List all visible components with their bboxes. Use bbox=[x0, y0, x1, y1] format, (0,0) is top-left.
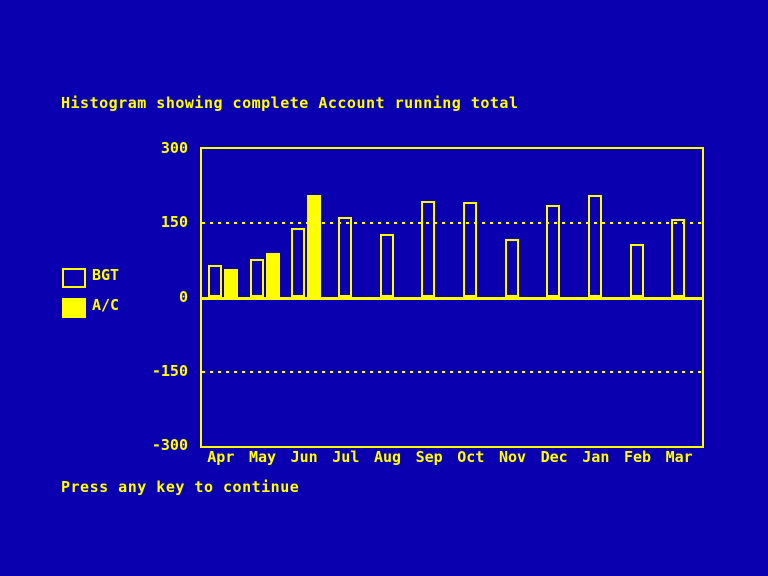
y-axis-tick: -300 bbox=[151, 436, 188, 454]
x-axis-tick: Aug bbox=[373, 448, 402, 466]
legend-swatch-bgt bbox=[62, 268, 86, 288]
gridline bbox=[202, 370, 702, 373]
chart-plot-area bbox=[200, 147, 704, 448]
bar-bgt-Feb bbox=[629, 244, 644, 298]
bar-ac-Apr bbox=[223, 268, 238, 298]
x-axis-tick: Feb bbox=[623, 448, 652, 466]
bar-ac-May bbox=[265, 252, 280, 298]
x-axis-tick: May bbox=[248, 448, 277, 466]
y-axis-tick: -150 bbox=[151, 361, 188, 380]
bar-bgt-Dec bbox=[546, 205, 561, 298]
y-axis-tick: 300 bbox=[160, 139, 188, 157]
bar-bgt-Jun bbox=[291, 228, 306, 298]
bar-bgt-Jul bbox=[337, 216, 352, 298]
x-axis-tick: Jul bbox=[332, 448, 360, 466]
page-title: Histogram showing complete Account runni… bbox=[61, 94, 519, 112]
bar-bgt-Oct bbox=[462, 202, 477, 298]
legend-swatch-ac bbox=[62, 298, 86, 318]
bar-bgt-May bbox=[249, 259, 264, 298]
y-axis-tick: 150 bbox=[160, 213, 188, 232]
x-axis-tick: Jan bbox=[582, 448, 610, 466]
y-axis-tick: 0 bbox=[178, 287, 188, 306]
x-axis-tick: Nov bbox=[498, 448, 527, 466]
x-axis-tick: Sep bbox=[415, 448, 443, 466]
bar-bgt-Apr bbox=[207, 264, 222, 298]
gridline bbox=[202, 222, 702, 225]
x-axis-tick: Apr bbox=[207, 448, 235, 466]
bar-ac-Jun bbox=[307, 194, 322, 298]
x-axis-tick: Mar bbox=[665, 448, 693, 466]
bar-bgt-Jan bbox=[587, 194, 602, 298]
bar-bgt-Nov bbox=[504, 238, 519, 298]
x-axis-tick: Oct bbox=[457, 448, 485, 466]
x-axis-tick: Jun bbox=[290, 448, 318, 466]
bar-bgt-Aug bbox=[379, 234, 394, 298]
bar-bgt-Sep bbox=[421, 201, 436, 298]
x-axis-tick: Dec bbox=[540, 448, 568, 466]
chart-bars-container bbox=[202, 149, 702, 446]
legend-label-ac: A/C bbox=[92, 296, 120, 314]
dos-screen: Histogram showing complete Account runni… bbox=[0, 0, 768, 576]
legend-label-bgt: BGT bbox=[92, 266, 120, 284]
press-any-key-prompt: Press any key to continue bbox=[61, 478, 300, 496]
bar-bgt-Mar bbox=[671, 219, 686, 298]
